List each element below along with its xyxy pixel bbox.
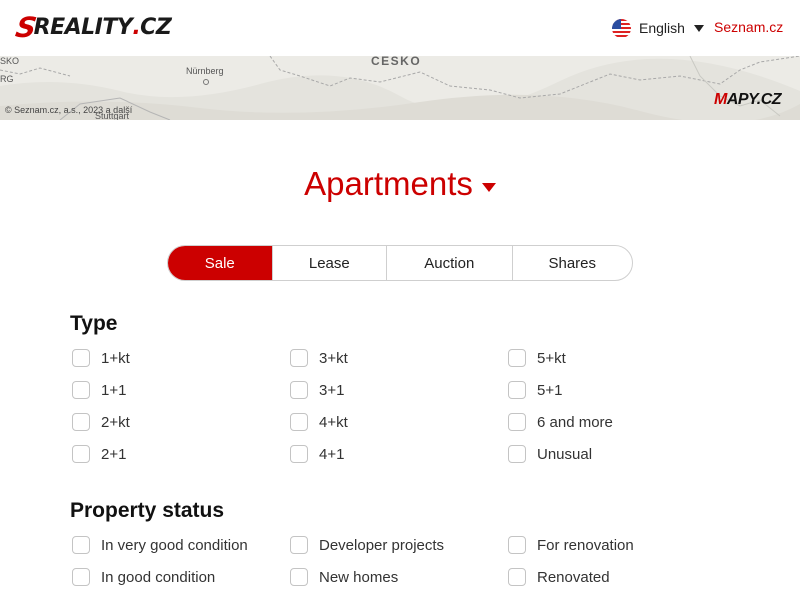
- tab-sale[interactable]: Sale: [168, 246, 272, 280]
- status-option-good[interactable]: In good condition: [72, 568, 215, 586]
- status-option-renovated[interactable]: Renovated: [508, 568, 610, 586]
- page-title: Apartments: [304, 165, 473, 202]
- type-option-4kt[interactable]: 4+kt: [290, 413, 348, 431]
- checkbox[interactable]: [72, 381, 90, 399]
- checkbox[interactable]: [508, 568, 526, 586]
- mapy-logo: MAPY.CZ: [714, 91, 782, 109]
- mapy-logo-m: M: [714, 91, 727, 108]
- option-label: New homes: [319, 568, 399, 586]
- status-option-new-homes[interactable]: New homes: [290, 568, 398, 586]
- category-selector[interactable]: Apartments: [0, 165, 800, 203]
- logo-tld: CZ: [140, 14, 172, 40]
- checkbox[interactable]: [508, 349, 526, 367]
- checkbox[interactable]: [290, 536, 308, 554]
- type-option-3-1[interactable]: 3+1: [290, 381, 344, 399]
- checkbox[interactable]: [290, 381, 308, 399]
- checkbox[interactable]: [290, 568, 308, 586]
- mapy-logo-text: APY.CZ: [726, 91, 782, 108]
- logo-dot: .: [132, 14, 141, 40]
- type-option-2-1[interactable]: 2+1: [72, 445, 126, 463]
- checkbox[interactable]: [72, 349, 90, 367]
- status-option-developer-projects[interactable]: Developer projects: [290, 536, 444, 554]
- checkbox[interactable]: [72, 568, 90, 586]
- checkbox[interactable]: [508, 381, 526, 399]
- map-label-cesko: ČESKO: [371, 56, 422, 68]
- map-label-rg: RG: [0, 74, 14, 84]
- option-label: 5+kt: [537, 349, 566, 367]
- type-option-6-and-more[interactable]: 6 and more: [508, 413, 613, 431]
- map-label-nurnberg: Nürnberg: [186, 66, 224, 76]
- seznam-link[interactable]: Seznam.cz: [714, 19, 783, 35]
- option-label: 2+kt: [101, 413, 130, 431]
- tab-shares[interactable]: Shares: [511, 246, 632, 280]
- checkbox[interactable]: [508, 445, 526, 463]
- checkbox[interactable]: [290, 413, 308, 431]
- option-label: In good condition: [101, 568, 216, 586]
- option-label: 3+kt: [319, 349, 348, 367]
- map-banner[interactable]: SKO RG Nürnberg ČESKO Stuttgart © Seznam…: [0, 56, 800, 120]
- checkbox[interactable]: [508, 413, 526, 431]
- map-copyright: © Seznam.cz, a.s., 2023 a další: [5, 105, 133, 115]
- option-label: 4+1: [319, 445, 345, 463]
- type-section-title: Type: [70, 312, 118, 335]
- option-label: 6 and more: [537, 413, 613, 431]
- sreality-logo[interactable]: S REALITY . CZ: [13, 11, 172, 44]
- checkbox[interactable]: [508, 536, 526, 554]
- chevron-down-icon: [481, 182, 496, 192]
- language-selector[interactable]: English: [612, 18, 704, 38]
- option-label: Developer projects: [319, 536, 445, 554]
- header: S REALITY . CZ English Seznam.cz: [0, 0, 800, 56]
- property-status-section-title: Property status: [70, 499, 225, 522]
- option-label: For renovation: [537, 536, 634, 554]
- checkbox[interactable]: [72, 536, 90, 554]
- type-option-2kt[interactable]: 2+kt: [72, 413, 130, 431]
- option-label: 5+1: [537, 381, 563, 399]
- us-flag-icon: [612, 18, 631, 38]
- status-option-for-renovation[interactable]: For renovation: [508, 536, 634, 554]
- type-option-5-1[interactable]: 5+1: [508, 381, 562, 399]
- option-label: In very good condition: [101, 536, 248, 554]
- checkbox[interactable]: [290, 349, 308, 367]
- option-label: 1+1: [101, 381, 127, 399]
- type-option-4-1[interactable]: 4+1: [290, 445, 344, 463]
- checkbox[interactable]: [290, 445, 308, 463]
- type-option-1kt[interactable]: 1+kt: [72, 349, 130, 367]
- offer-type-tabs: Sale Lease Auction Shares: [167, 245, 633, 281]
- type-option-1-1[interactable]: 1+1: [72, 381, 126, 399]
- option-label: 4+kt: [319, 413, 348, 431]
- type-option-3kt[interactable]: 3+kt: [290, 349, 348, 367]
- map-label-sko: SKO: [0, 56, 20, 66]
- option-label: 1+kt: [101, 349, 130, 367]
- logo-text: REALITY: [33, 14, 133, 40]
- chevron-down-icon: [693, 24, 704, 32]
- option-label: 2+1: [101, 445, 127, 463]
- option-label: Unusual: [537, 445, 593, 463]
- checkbox[interactable]: [72, 445, 90, 463]
- status-option-very-good[interactable]: In very good condition: [72, 536, 248, 554]
- tab-lease[interactable]: Lease: [271, 246, 387, 280]
- option-label: 3+1: [319, 381, 345, 399]
- tab-auction[interactable]: Auction: [386, 246, 511, 280]
- type-option-unusual[interactable]: Unusual: [508, 445, 592, 463]
- language-label: English: [639, 20, 685, 36]
- checkbox[interactable]: [72, 413, 90, 431]
- option-label: Renovated: [537, 568, 610, 586]
- type-option-5kt[interactable]: 5+kt: [508, 349, 566, 367]
